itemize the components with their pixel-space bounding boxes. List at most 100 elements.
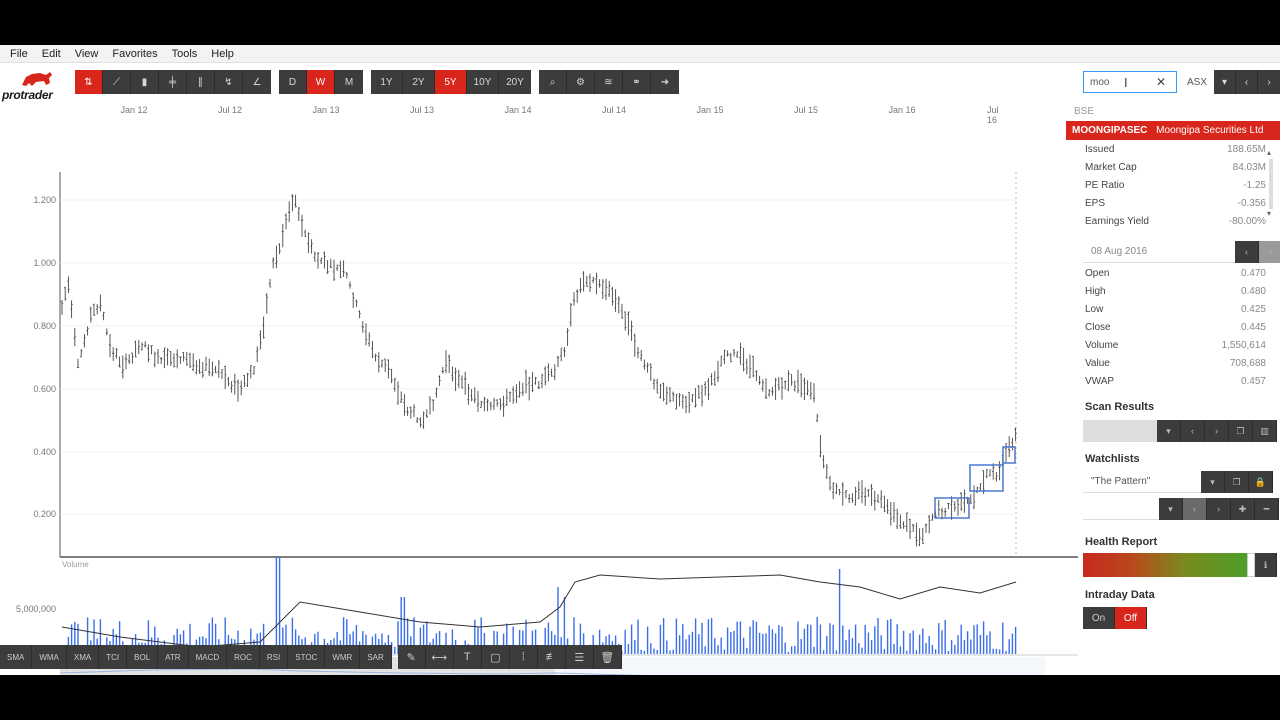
rectangle-icon[interactable]: ▢ bbox=[481, 645, 510, 669]
indicator-tci-button[interactable]: TCI bbox=[99, 645, 128, 669]
layers-icon[interactable]: ≋ bbox=[595, 70, 623, 94]
right-nav-group: ▾ ‹ › bbox=[1214, 70, 1280, 94]
draw-icon[interactable]: ∠ bbox=[243, 70, 271, 94]
link-icon[interactable]: ⚭ bbox=[623, 70, 651, 94]
plus-icon[interactable]: ✚ bbox=[1231, 498, 1255, 520]
info-row: High 0.480 bbox=[1083, 282, 1280, 300]
scan-results-field[interactable] bbox=[1083, 420, 1157, 442]
indicator-bol-button[interactable]: BOL bbox=[127, 645, 159, 669]
info-label: Open bbox=[1085, 267, 1110, 279]
menu-favorites[interactable]: Favorites bbox=[112, 48, 157, 60]
indicator-wma-button[interactable]: WMA bbox=[32, 645, 67, 669]
indicator-sar-button[interactable]: SAR bbox=[360, 645, 392, 669]
menu-edit[interactable]: Edit bbox=[42, 48, 61, 60]
chevron-down-icon[interactable]: ▾ bbox=[1214, 70, 1236, 94]
info-icon[interactable]: ℹ bbox=[1255, 553, 1277, 577]
chevron-left-icon[interactable]: ‹ bbox=[1235, 241, 1259, 263]
y-tick-label: 0.200 bbox=[33, 509, 56, 519]
info-value: 0.470 bbox=[1240, 267, 1266, 279]
minus-icon[interactable]: ━ bbox=[1255, 498, 1279, 520]
date-field[interactable]: 08 Aug 2016 bbox=[1083, 241, 1235, 263]
intraday-off-button[interactable]: Off bbox=[1115, 607, 1147, 629]
info-scrollbar[interactable]: ▴ ▾ bbox=[1267, 148, 1277, 228]
arrow-right-icon[interactable]: ➜ bbox=[651, 70, 679, 94]
zigzag-icon[interactable]: ↯ bbox=[215, 70, 243, 94]
range-group: 1Y 2Y 5Y 10Y 20Y bbox=[371, 70, 531, 94]
trash-icon[interactable]: ▥ bbox=[1253, 420, 1277, 442]
range-10y-button[interactable]: 10Y bbox=[467, 70, 499, 94]
info-label: Value bbox=[1085, 357, 1110, 369]
indicator-roc-button[interactable]: ROC bbox=[227, 645, 260, 669]
range-1y-button[interactable]: 1Y bbox=[371, 70, 403, 94]
lock-icon[interactable]: 🔒 bbox=[1249, 471, 1273, 493]
chevron-down-icon[interactable]: ▾ bbox=[1159, 498, 1183, 520]
search-icon[interactable]: ⌕ bbox=[539, 70, 567, 94]
chevron-left-icon[interactable]: ‹ bbox=[1183, 498, 1207, 520]
info-label: High bbox=[1085, 285, 1106, 297]
menu-view[interactable]: View bbox=[75, 48, 99, 60]
clear-search-icon[interactable]: ✕ bbox=[1156, 75, 1166, 89]
chevron-down-icon[interactable]: ▾ bbox=[1201, 471, 1225, 493]
info-row: EPS -0.356 bbox=[1083, 194, 1280, 212]
range-20y-button[interactable]: 20Y bbox=[499, 70, 531, 94]
chevron-right-icon[interactable]: › bbox=[1205, 420, 1229, 442]
trend-icon[interactable]: ⟋ bbox=[103, 70, 131, 94]
symbol-search-input[interactable]: moo I ✕ bbox=[1083, 71, 1177, 93]
health-indicator bbox=[1247, 553, 1255, 577]
info-value: -0.356 bbox=[1237, 197, 1266, 209]
horizontal-line-icon[interactable]: ⟷ bbox=[425, 645, 454, 669]
chevron-right-icon[interactable]: › bbox=[1258, 70, 1280, 94]
watchlists-title: Watchlists bbox=[1085, 453, 1140, 465]
ohlc-icon[interactable]: ╪ bbox=[159, 70, 187, 94]
period-w-button[interactable]: W bbox=[307, 70, 335, 94]
candlestick-icon[interactable]: ▮ bbox=[131, 70, 159, 94]
watchlist-item-field[interactable] bbox=[1083, 498, 1159, 520]
text-icon[interactable]: T bbox=[453, 645, 482, 669]
range-5y-button[interactable]: 5Y bbox=[435, 70, 467, 94]
indicator-sma-button[interactable]: SMA bbox=[0, 645, 33, 669]
fibonacci-icon[interactable]: ≢ bbox=[537, 645, 566, 669]
menu-icon[interactable]: ☰ bbox=[565, 645, 594, 669]
chevron-right-icon[interactable]: › bbox=[1207, 498, 1231, 520]
health-actions: ℹ bbox=[1255, 553, 1277, 577]
date-axis: Jan 12 Jul 12 Jan 13 Jul 13 Jan 14 Jul 14 Jan … bbox=[60, 103, 1020, 125]
indicator-stoc-button[interactable]: STOC bbox=[288, 645, 326, 669]
result-code: MOONGIPASEC bbox=[1072, 125, 1148, 136]
chevron-left-icon[interactable]: ‹ bbox=[1181, 420, 1205, 442]
price-chart[interactable]: 1.200 1.000 0.800 0.600 0.400 0.200 Volume 5,00… bbox=[0, 117, 1078, 675]
copy-icon[interactable]: ❐ bbox=[1225, 471, 1249, 493]
pen-icon[interactable]: ✎ bbox=[397, 645, 426, 669]
settings-icon[interactable]: ⚙ bbox=[567, 70, 595, 94]
indicator-atr-button[interactable]: ATR bbox=[158, 645, 189, 669]
period-m-button[interactable]: M bbox=[335, 70, 363, 94]
info-label: PE Ratio bbox=[1085, 179, 1125, 191]
chevron-down-icon[interactable]: ▾ bbox=[1157, 420, 1181, 442]
dropdown-heading: BSE bbox=[1074, 106, 1095, 117]
x-tick-label: Jul 12 bbox=[217, 105, 243, 115]
intraday-on-button[interactable]: On bbox=[1083, 607, 1115, 629]
chevron-left-icon[interactable]: ‹ bbox=[1236, 70, 1258, 94]
line-chart-icon[interactable]: ⇅ bbox=[75, 70, 103, 94]
channel-icon[interactable]: ⁞ bbox=[509, 645, 538, 669]
indicator-macd-button[interactable]: MACD bbox=[188, 645, 228, 669]
y-tick-label: 0.800 bbox=[33, 321, 56, 331]
menu-file[interactable]: File bbox=[10, 48, 28, 60]
dropdown-result[interactable]: MOONGIPASEC Moongipa Securities Ltd bbox=[1066, 121, 1280, 140]
copy-icon[interactable]: ❐ bbox=[1229, 420, 1253, 442]
menu-tools[interactable]: Tools bbox=[172, 48, 198, 60]
indicator-wmr-button[interactable]: WMR bbox=[325, 645, 361, 669]
range-2y-button[interactable]: 2Y bbox=[403, 70, 435, 94]
trash-icon[interactable]: 🗑 bbox=[593, 645, 622, 669]
chevron-right-icon[interactable]: › bbox=[1259, 241, 1280, 263]
text-cursor-icon: I bbox=[1124, 75, 1128, 90]
scan-results-actions: ▾ ‹ › ❐ ▥ bbox=[1157, 420, 1277, 442]
bars-icon[interactable]: ∥ bbox=[187, 70, 215, 94]
period-d-button[interactable]: D bbox=[279, 70, 307, 94]
app-window: File Edit View Favorites Tools Help prot… bbox=[0, 45, 1280, 675]
watchlist-item-actions: ▾ ‹ › ✚ ━ bbox=[1159, 498, 1279, 520]
watchlist-select[interactable]: "The Pattern" bbox=[1083, 471, 1201, 493]
indicator-xma-button[interactable]: XMA bbox=[66, 645, 100, 669]
exchange-label[interactable]: ASX bbox=[1182, 71, 1212, 93]
menu-help[interactable]: Help bbox=[211, 48, 234, 60]
indicator-rsi-button[interactable]: RSI bbox=[259, 645, 289, 669]
